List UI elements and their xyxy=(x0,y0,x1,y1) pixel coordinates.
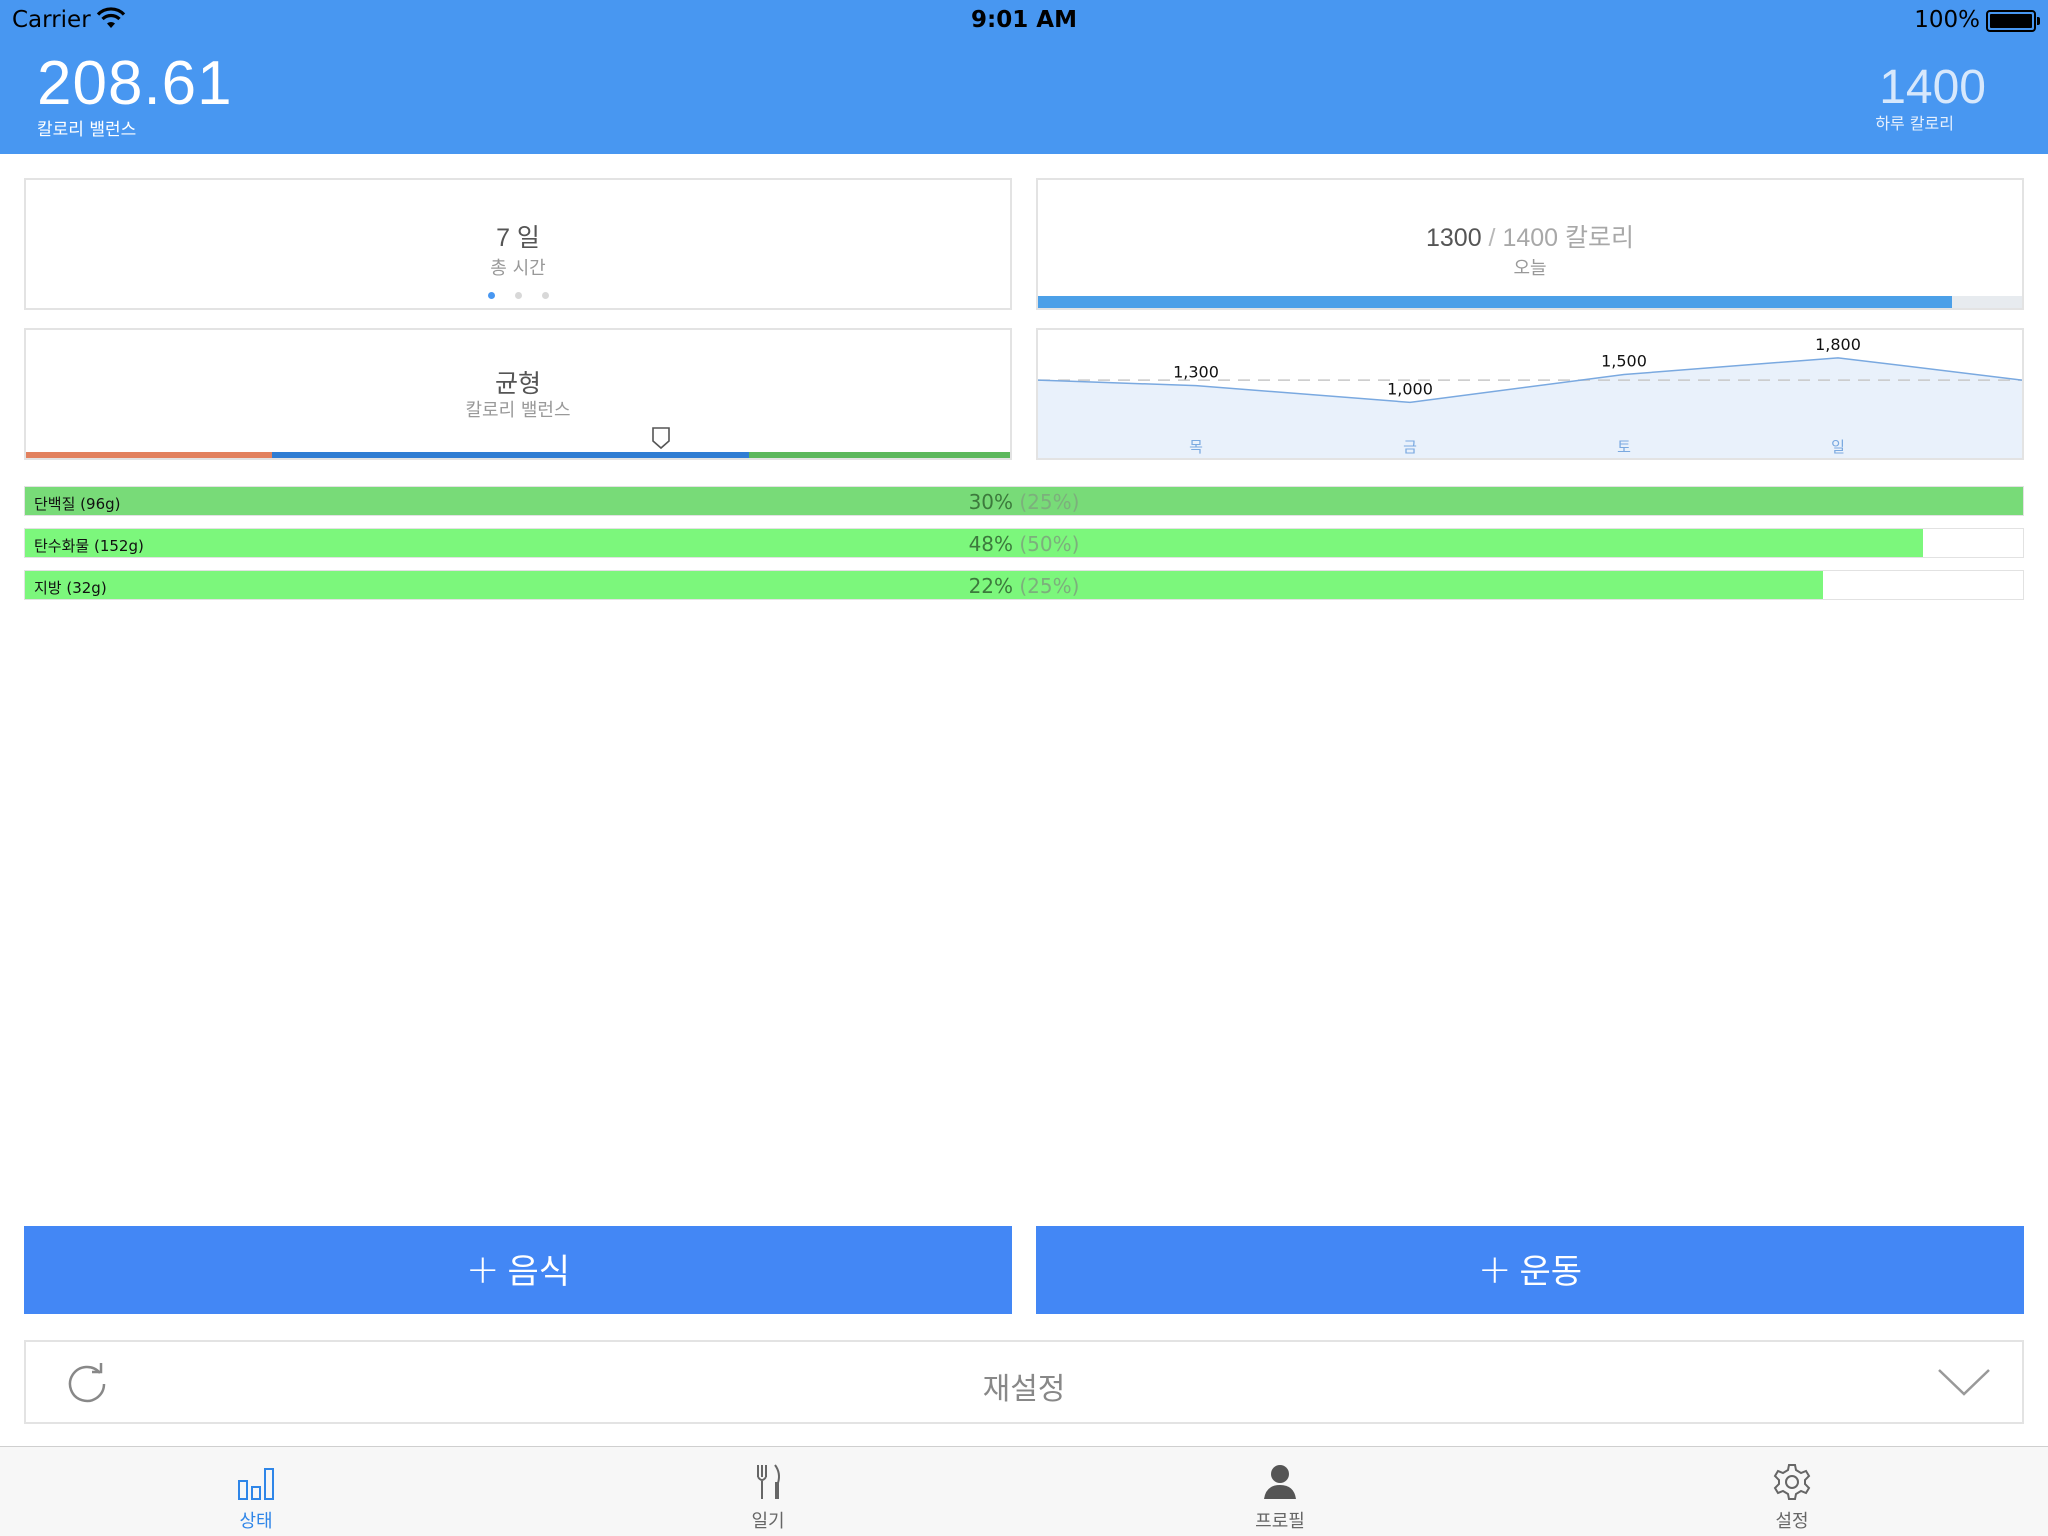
page-dot[interactable] xyxy=(541,292,549,299)
tab-settings[interactable]: 설정 xyxy=(1732,1447,1852,1536)
page-dot[interactable] xyxy=(514,292,522,299)
chart-data-label: 1,300 xyxy=(1173,363,1219,382)
macro-percent: 30% (25%) xyxy=(25,490,2023,514)
balance-card[interactable]: 균형 칼로리 밸런스 xyxy=(24,328,1012,460)
weekly-calorie-chart[interactable]: 1,300 목 1,000 금 1,500 토 1,800 일 xyxy=(1036,328,2024,460)
macro-actual-percent: 30% xyxy=(968,490,1014,514)
tab-label: 상태 xyxy=(239,1511,273,1532)
today-goal: 1400 칼로리 xyxy=(1502,224,1635,252)
calorie-balance-label: 칼로리 밸런스 xyxy=(37,120,137,140)
today-calories-text: 1300 / 1400 칼로리 xyxy=(1038,218,2022,254)
fork-knife-icon xyxy=(757,1464,780,1499)
add-exercise-button[interactable]: + 운동 xyxy=(1036,1226,2024,1314)
balance-marker-icon xyxy=(651,427,670,450)
tab-label: 설정 xyxy=(1775,1511,1809,1532)
chart-data-label: 1,800 xyxy=(1815,335,1861,354)
chart-tick-label: 일 xyxy=(1831,438,1845,456)
today-calories-card[interactable]: 1300 / 1400 칼로리 오늘 xyxy=(1036,178,2024,310)
calorie-balance-value: 208.61 xyxy=(37,49,233,118)
daily-calorie-label: 하루 칼로리 xyxy=(1875,114,1954,133)
add-food-label: 음식 xyxy=(507,1252,571,1292)
today-progress-fill xyxy=(1038,296,1953,308)
bar-chart-icon xyxy=(238,1468,274,1500)
page-dot[interactable] xyxy=(487,292,495,299)
macro-percent: 22% (25%) xyxy=(25,574,2023,598)
daily-calorie-value[interactable]: 1400 xyxy=(1879,60,1986,115)
balance-scale-high xyxy=(749,452,1010,458)
chevron-down-icon[interactable] xyxy=(1936,1364,1992,1400)
status-time: 9:01 AM xyxy=(971,7,1077,33)
balance-scale-low xyxy=(26,452,272,458)
plus-icon: + xyxy=(465,1247,500,1293)
balance-status: 균형 xyxy=(494,370,541,398)
balance-card-label: 칼로리 밸런스 xyxy=(465,400,571,421)
macro-bar-row: 지방 (32g) 22% (25%) xyxy=(24,570,2024,600)
chart-tick-label: 금 xyxy=(1403,438,1417,456)
tab-label: 일기 xyxy=(751,1511,785,1532)
add-food-button[interactable]: + 음식 xyxy=(24,1226,1012,1314)
tab-label: 프로필 xyxy=(1255,1511,1305,1532)
macro-bar-row: 단백질 (96g) 30% (25%) xyxy=(24,486,2024,516)
total-days-label: 총 시간 xyxy=(490,258,546,279)
header: Carrier 9:01 AM 100% 208.61 칼로리 밸런스 1400… xyxy=(0,0,2048,154)
person-icon xyxy=(1264,1465,1296,1499)
today-separator: / xyxy=(1481,224,1503,252)
battery-icon xyxy=(1986,10,2040,32)
status-bar: Carrier 9:01 AM 100% xyxy=(0,0,2048,40)
chart-data-label: 1,000 xyxy=(1387,379,1433,398)
macro-actual-percent: 48% xyxy=(968,532,1014,556)
macro-target-percent: (50%) xyxy=(1019,532,1080,556)
today-progress-bar xyxy=(1038,296,2022,308)
macro-percent: 48% (50%) xyxy=(25,532,2023,556)
tab-profile[interactable]: 프로필 xyxy=(1220,1447,1340,1536)
battery-percent: 100% xyxy=(1914,7,1980,33)
reset-button[interactable]: 재설정 xyxy=(24,1340,2024,1424)
macro-bar-row: 탄수화물 (152g) 48% (50%) xyxy=(24,528,2024,558)
chart-tick-label: 토 xyxy=(1617,438,1631,456)
today-label: 오늘 xyxy=(1513,258,1547,279)
add-exercise-label: 운동 xyxy=(1519,1252,1583,1292)
plus-icon: + xyxy=(1477,1247,1512,1293)
macro-target-percent: (25%) xyxy=(1019,574,1080,598)
balance-scale xyxy=(26,452,1010,458)
chart-tick-label: 목 xyxy=(1189,438,1203,456)
tab-bar: 상태 일기 프로필 설정 xyxy=(0,1446,2048,1536)
macro-target-percent: (25%) xyxy=(1019,490,1080,514)
total-days-card[interactable]: 7 일 총 시간 xyxy=(24,178,1012,310)
gear-icon xyxy=(1773,1464,1811,1500)
tab-diary[interactable]: 일기 xyxy=(708,1447,828,1536)
today-consumed: 1300 xyxy=(1425,224,1482,252)
balance-scale-mid xyxy=(272,452,750,458)
total-days-value: 7 일 xyxy=(496,224,540,252)
tab-status[interactable]: 상태 xyxy=(196,1447,316,1536)
page-indicator[interactable] xyxy=(26,292,1010,299)
chart-data-label: 1,500 xyxy=(1601,352,1647,371)
macro-actual-percent: 22% xyxy=(968,574,1014,598)
reset-label: 재설정 xyxy=(982,1372,1066,1407)
calorie-trend-chart: 1,300 목 1,000 금 1,500 토 1,800 일 xyxy=(1037,335,2023,458)
